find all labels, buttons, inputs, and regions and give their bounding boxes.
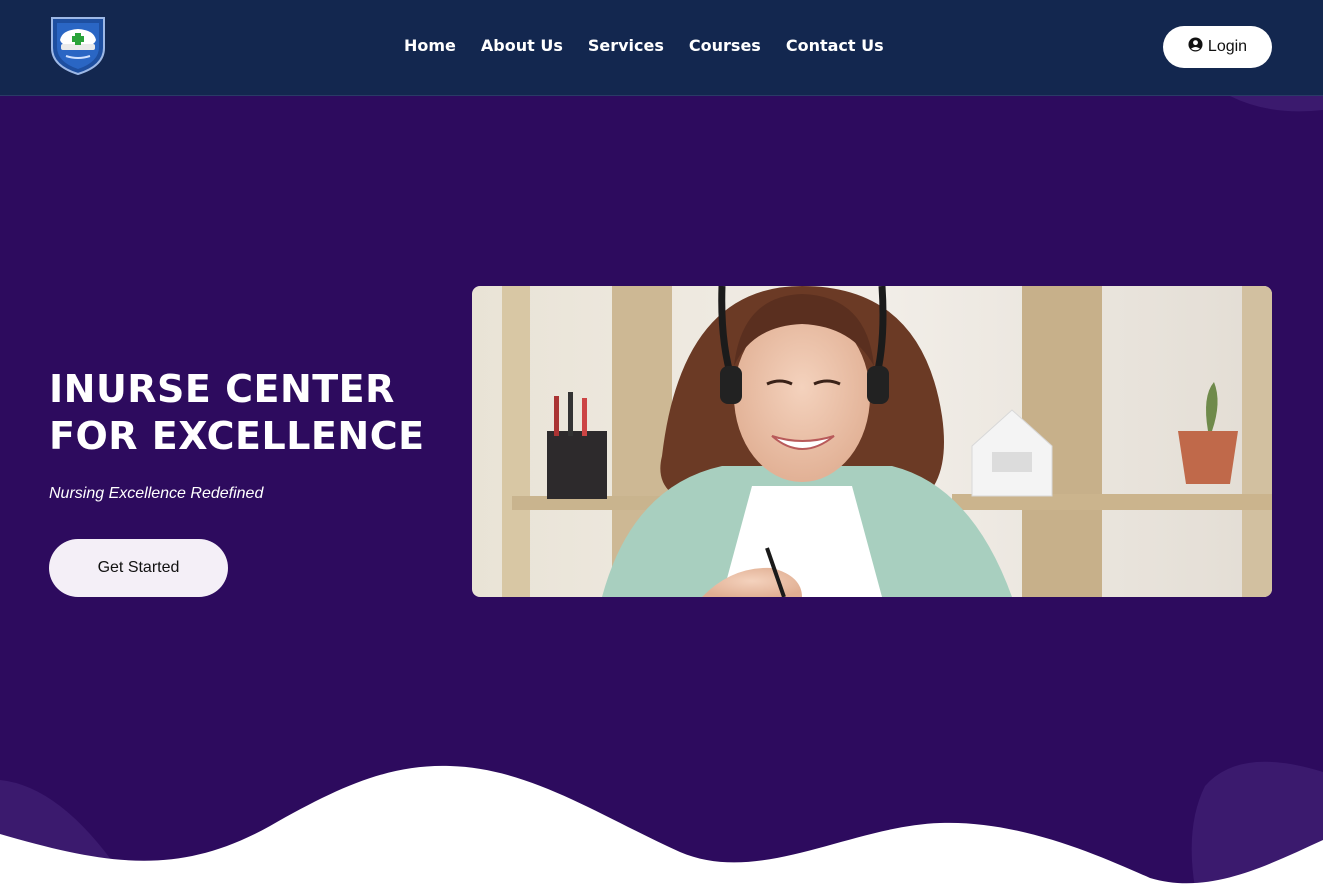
nav-courses[interactable]: Courses [689, 34, 761, 58]
student-with-headset-photo [472, 286, 1272, 597]
hero-section: INURSE CENTER FOR EXCELLENCE Nursing Exc… [0, 96, 1323, 888]
hero-title-line-2: FOR EXCELLENCE [49, 414, 425, 458]
hero-title: INURSE CENTER FOR EXCELLENCE [49, 366, 449, 460]
nav-home[interactable]: Home [404, 34, 456, 58]
nav-services[interactable]: Services [588, 34, 664, 58]
login-label: Login [1207, 38, 1248, 55]
nav-contact-us[interactable]: Contact Us [786, 34, 884, 58]
nurse-cap-shield-icon[interactable] [48, 14, 108, 76]
get-started-button[interactable]: Get Started [49, 539, 228, 597]
main-nav: Home About Us Services Courses Contact U… [404, 34, 884, 58]
hero-title-line-1: INURSE CENTER [49, 367, 395, 411]
navbar: Home About Us Services Courses Contact U… [0, 0, 1323, 96]
nav-about-us[interactable]: About Us [481, 34, 563, 58]
hero-subtitle: Nursing Excellence Redefined [49, 485, 264, 502]
login-button[interactable]: Login [1163, 26, 1272, 68]
user-circle-icon [1188, 37, 1203, 57]
